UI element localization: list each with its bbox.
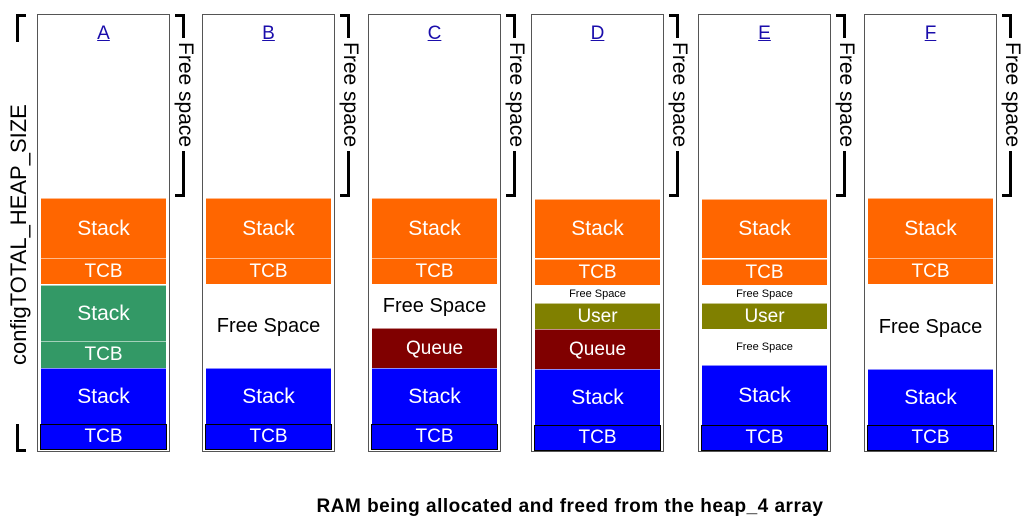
tcb-block: TCB — [535, 259, 660, 285]
heap-column-d: D Stack TCB Free Space User Queue Stack TCB — [531, 14, 664, 452]
user-block: User — [535, 303, 660, 329]
free-space-block: Free Space — [569, 288, 626, 300]
tcb-block: TCB — [867, 425, 994, 451]
free-space-bracket-label: Free space — [834, 38, 858, 152]
tcb-block: TCB — [41, 258, 166, 284]
free-space-bracket-label: Free space — [338, 38, 362, 152]
free-space-block: Free Space — [736, 341, 793, 353]
free-space-block: Free Space — [736, 288, 793, 300]
stack-block: Stack — [535, 369, 660, 425]
user-block: User — [702, 303, 827, 329]
free-space-bracket-label: Free space — [504, 38, 528, 152]
heap-column-e: E Stack TCB Free Space User Free Space Stack TC… — [698, 14, 831, 452]
heap-column-f: F Stack TCB Free Space Stack TCB — [864, 14, 997, 452]
stack-block: Stack — [206, 198, 331, 258]
free-space-bracket-label: Free space — [173, 38, 197, 152]
stack-block: Stack — [535, 199, 660, 258]
stack-block: Stack — [702, 199, 827, 258]
column-label-link[interactable]: F — [865, 23, 996, 45]
heap-size-label: configTOTAL_HEAP_SIZE — [4, 95, 34, 375]
stack-block: Stack — [868, 198, 993, 258]
tcb-block: TCB — [534, 425, 661, 451]
tcb-block: TCB — [206, 258, 331, 284]
tcb-block: TCB — [40, 424, 167, 450]
free-space-block: Free Space — [216, 314, 321, 337]
tcb-block: TCB — [372, 258, 497, 284]
column-label-link[interactable]: E — [699, 23, 830, 45]
free-space-block: Free Space — [382, 295, 487, 317]
stack-block: Stack — [372, 368, 497, 424]
column-label-link[interactable]: B — [203, 23, 334, 45]
stack-block: Stack — [41, 198, 166, 258]
free-space-block: Free Space — [878, 315, 983, 338]
tcb-block: TCB — [701, 425, 828, 451]
caption: RAM being allocated and freed from the h… — [316, 496, 824, 517]
free-space-bracket-label: Free space — [667, 38, 691, 152]
heap-column-a: A Stack TCB Stack TCB Stack TCB — [37, 14, 170, 452]
heap-size-bracket-bottom — [16, 424, 26, 452]
column-label-link[interactable]: A — [38, 23, 169, 45]
column-label-link[interactable]: C — [369, 23, 500, 45]
tcb-block: TCB — [371, 424, 498, 450]
stack-block: Stack — [206, 368, 331, 424]
stack-block: Stack — [41, 285, 166, 341]
tcb-block: TCB — [41, 341, 166, 368]
tcb-block: TCB — [205, 424, 332, 450]
stack-block: Stack — [372, 198, 497, 258]
stack-block: Stack — [702, 365, 827, 425]
tcb-block: TCB — [868, 258, 993, 284]
free-space-bracket-label: Free space — [1000, 38, 1024, 152]
column-label-link[interactable]: D — [532, 23, 663, 45]
stack-block: Stack — [41, 368, 166, 424]
stack-block: Stack — [868, 369, 993, 425]
heap-column-b: B Stack TCB Free Space Stack TCB — [202, 14, 335, 452]
queue-block: Queue — [535, 329, 660, 369]
heap-column-c: C Stack TCB Free Space Queue Stack TCB — [368, 14, 501, 452]
queue-block: Queue — [372, 328, 497, 368]
tcb-block: TCB — [702, 259, 827, 285]
heap-size-bracket-top — [16, 14, 26, 42]
